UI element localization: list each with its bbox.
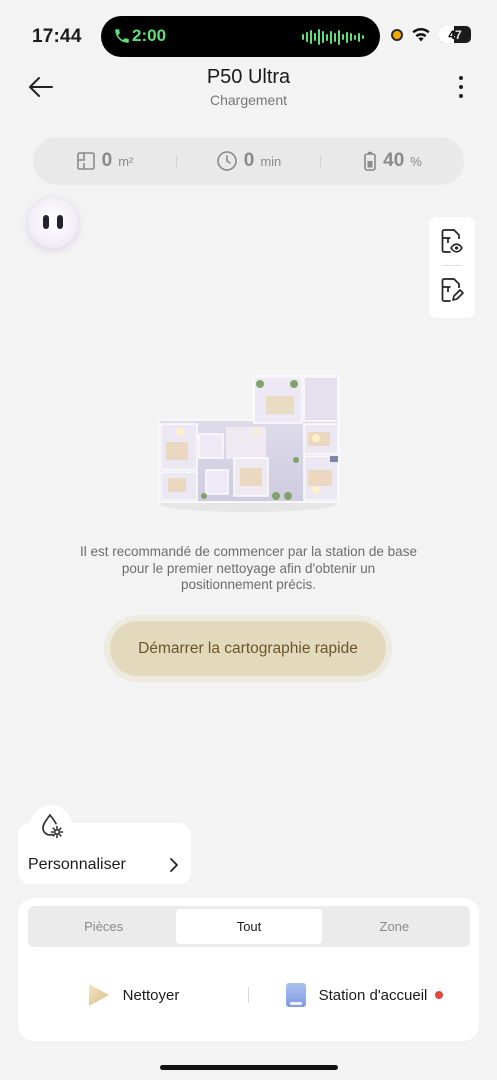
cleaning-mode-tabs: Pièces Tout Zone [28,906,470,947]
dock-station-label: Station d'accueil [318,986,428,1004]
clean-label: Nettoyer [122,986,180,1004]
more-vertical-icon[interactable] [451,76,471,98]
battery-percentage: 47 [448,27,462,42]
play-icon [88,984,109,1006]
stat-battery-unit: % [410,153,422,169]
map-view-button[interactable] [429,217,475,265]
call-duration: 2:00 [132,26,167,45]
device-status: Chargement [209,92,288,108]
floor-plan-illustration [158,374,340,512]
map-tools [429,217,475,318]
battery-icon [364,151,376,171]
stat-area-unit: m² [118,153,134,169]
tab-all[interactable]: Tout [176,909,322,944]
status-bar: 17:44 2:00 47 [0,0,497,72]
stats-bar: 0 m² 0 min 40 % [33,137,464,185]
privacy-indicator [391,28,403,41]
wifi-icon [412,28,430,42]
stat-area-value: 0 [101,150,113,171]
battery-icon: 47 [439,26,471,43]
dock-status-dot [435,991,444,999]
water-drop-settings-icon [42,814,64,839]
stat-time-value: 0 [243,150,255,171]
hint-line: positionnement précis. [180,577,317,592]
page-title: P50 Ultra [206,66,291,88]
dock-station-icon [285,983,306,1007]
clean-button[interactable]: Nettoyer [18,982,248,1008]
audio-wave-icon [302,28,364,46]
map-edit-icon [441,278,464,302]
status-time: 17:44 [32,26,82,47]
personalize-label[interactable]: Personnaliser [28,856,126,874]
stat-battery: 40 % [321,150,464,172]
hint-line: pour le premier nettoyage afin d'obtenir… [121,560,376,576]
clock-icon [216,151,237,171]
stat-time-unit: min [260,153,282,169]
home-indicator[interactable] [160,1065,338,1070]
robot-avatar[interactable] [28,198,78,248]
tab-rooms[interactable]: Pièces [31,909,176,944]
map-view-icon [441,229,463,253]
stat-time: 0 min [177,150,320,172]
eye [57,215,63,229]
tab-zone[interactable]: Zone [322,909,467,944]
action-bar: Nettoyer Station d'accueil [18,970,479,1020]
phone-icon [115,29,129,43]
map-edit-button[interactable] [429,266,475,314]
dynamic-island[interactable]: 2:00 [101,16,380,57]
area-icon [76,152,95,170]
onboarding-hint: Il est recommandé de commencer par la st… [40,544,457,594]
eye [43,215,49,229]
chevron-right-icon[interactable] [168,857,180,873]
stat-battery-value: 40 [383,150,405,171]
hint-line: Il est recommandé de commencer par la st… [80,544,417,559]
start-quick-mapping-button[interactable]: Démarrer la cartographie rapide [110,621,386,676]
status-indicators: 47 [391,26,471,43]
personalize-icon-badge[interactable] [30,805,72,847]
dock-station-button[interactable]: Station d'accueil [249,982,479,1008]
stat-area: 0 m² [33,150,176,172]
